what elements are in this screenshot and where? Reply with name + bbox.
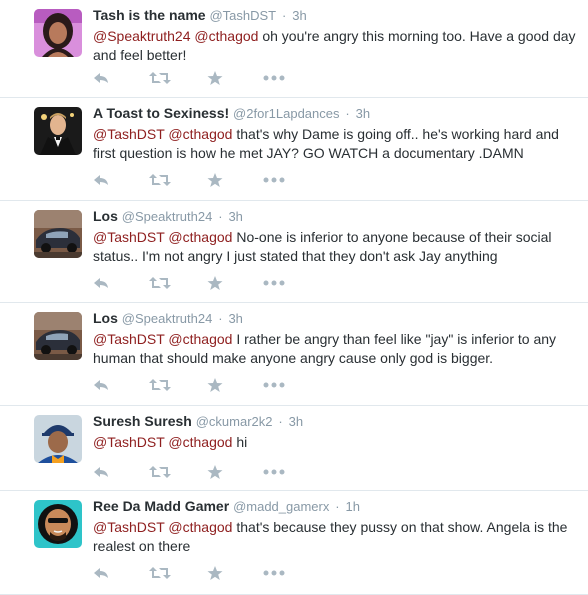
favorite-icon[interactable]: [207, 565, 223, 581]
tweet-author-name[interactable]: Ree Da Madd Gamer: [93, 498, 229, 514]
separator-dot: ·: [335, 499, 340, 514]
favorite-icon[interactable]: [207, 172, 223, 188]
retweet-icon[interactable]: [149, 275, 171, 291]
retweet-icon[interactable]: [149, 172, 171, 188]
mention-link[interactable]: @cthagod: [168, 229, 232, 245]
more-icon[interactable]: [263, 275, 285, 291]
favorite-icon[interactable]: [207, 464, 223, 480]
mention-link[interactable]: @TashDST: [93, 126, 165, 142]
tweet-author-name[interactable]: A Toast to Sexiness!: [93, 105, 229, 121]
tweet-actions: [93, 275, 285, 291]
favorite-icon[interactable]: [207, 377, 223, 393]
separator-dot: ·: [218, 311, 223, 326]
tweet-actions: [93, 172, 285, 188]
tweet-body: hi: [236, 434, 248, 450]
mention-link[interactable]: @TashDST: [93, 434, 165, 450]
separator-dot: ·: [278, 414, 283, 429]
mention-link[interactable]: @Speaktruth24: [93, 28, 191, 44]
reply-icon[interactable]: [93, 70, 109, 86]
tweet-timestamp[interactable]: 3h: [228, 209, 242, 224]
favorite-icon[interactable]: [207, 275, 223, 291]
more-icon[interactable]: [263, 172, 285, 188]
tweet[interactable]: Ree Da Madd Gamer @madd_gamerx · 1h @Tas…: [0, 491, 588, 595]
more-icon[interactable]: [263, 464, 285, 480]
tweet-actions: [93, 565, 285, 581]
reply-icon[interactable]: [93, 275, 109, 291]
tweet[interactable]: Los @Speaktruth24 · 3h @TashDST @cthagod…: [0, 201, 588, 303]
reply-icon[interactable]: [93, 464, 109, 480]
tweet[interactable]: Los @Speaktruth24 · 3h @TashDST @cthagod…: [0, 303, 588, 406]
tweet-author-username[interactable]: @madd_gamerx: [233, 499, 329, 514]
avatar[interactable]: [34, 107, 82, 155]
favorite-icon[interactable]: [207, 70, 223, 86]
tweet[interactable]: Tash is the name @TashDST · 3h @Speaktru…: [0, 0, 588, 98]
mention-link[interactable]: @TashDST: [93, 229, 165, 245]
tweet-timestamp[interactable]: 3h: [289, 414, 303, 429]
mention-link[interactable]: @cthagod: [168, 434, 232, 450]
tweet-body: that's because they pussy on that show. …: [93, 519, 568, 554]
separator-dot: ·: [345, 106, 350, 121]
mention-link[interactable]: @cthagod: [168, 519, 232, 535]
tweet-text: @Speaktruth24 @cthagod oh you're angry t…: [93, 27, 584, 65]
tweet-actions: [93, 377, 285, 393]
tweet-timestamp[interactable]: 1h: [345, 499, 359, 514]
retweet-icon[interactable]: [149, 377, 171, 393]
avatar[interactable]: [34, 9, 82, 57]
tweet-timestamp[interactable]: 3h: [292, 8, 306, 23]
retweet-icon[interactable]: [149, 565, 171, 581]
tweet-text: @TashDST @cthagod I rather be angry than…: [93, 330, 584, 368]
tweet-text: @TashDST @cthagod that's why Dame is goi…: [93, 125, 584, 163]
tweet-author-username[interactable]: @ckumar2k2: [196, 414, 273, 429]
tweet-actions: [93, 464, 285, 480]
tweet[interactable]: Suresh Suresh @ckumar2k2 · 3h @TashDST @…: [0, 406, 588, 491]
more-icon[interactable]: [263, 565, 285, 581]
tweet-author-username[interactable]: @Speaktruth24: [122, 311, 213, 326]
mention-link[interactable]: @TashDST: [93, 519, 165, 535]
avatar[interactable]: [34, 312, 82, 360]
retweet-icon[interactable]: [149, 464, 171, 480]
reply-icon[interactable]: [93, 377, 109, 393]
separator-dot: ·: [218, 209, 223, 224]
retweet-icon[interactable]: [149, 70, 171, 86]
avatar[interactable]: [34, 210, 82, 258]
tweet-actions: [93, 70, 285, 86]
avatar[interactable]: [34, 500, 82, 548]
tweet-author-name[interactable]: Suresh Suresh: [93, 413, 192, 429]
tweet-text: @TashDST @cthagod that's because they pu…: [93, 518, 584, 556]
tweet-author-username[interactable]: @Speaktruth24: [122, 209, 213, 224]
reply-icon[interactable]: [93, 172, 109, 188]
mention-link[interactable]: @cthagod: [194, 28, 258, 44]
tweet[interactable]: A Toast to Sexiness! @2for1Lapdances · 3…: [0, 98, 588, 201]
separator-dot: ·: [282, 8, 287, 23]
mention-link[interactable]: @TashDST: [93, 331, 165, 347]
reply-icon[interactable]: [93, 565, 109, 581]
more-icon[interactable]: [263, 70, 285, 86]
tweet-author-username[interactable]: @2for1Lapdances: [233, 106, 339, 121]
mention-link[interactable]: @cthagod: [168, 331, 232, 347]
more-icon[interactable]: [263, 377, 285, 393]
tweet-text: @TashDST @cthagod hi: [93, 433, 584, 452]
tweet-text: @TashDST @cthagod No-one is inferior to …: [93, 228, 584, 266]
avatar[interactable]: [34, 415, 82, 463]
tweet-author-name[interactable]: Los: [93, 208, 118, 224]
tweet-timestamp[interactable]: 3h: [228, 311, 242, 326]
tweet-timestamp[interactable]: 3h: [356, 106, 370, 121]
mention-link[interactable]: @cthagod: [168, 126, 232, 142]
tweet-timeline: Tash is the name @TashDST · 3h @Speaktru…: [0, 0, 588, 595]
tweet-author-name[interactable]: Los: [93, 310, 118, 326]
tweet-author-username[interactable]: @TashDST: [209, 8, 276, 23]
tweet-author-name[interactable]: Tash is the name: [93, 7, 206, 23]
